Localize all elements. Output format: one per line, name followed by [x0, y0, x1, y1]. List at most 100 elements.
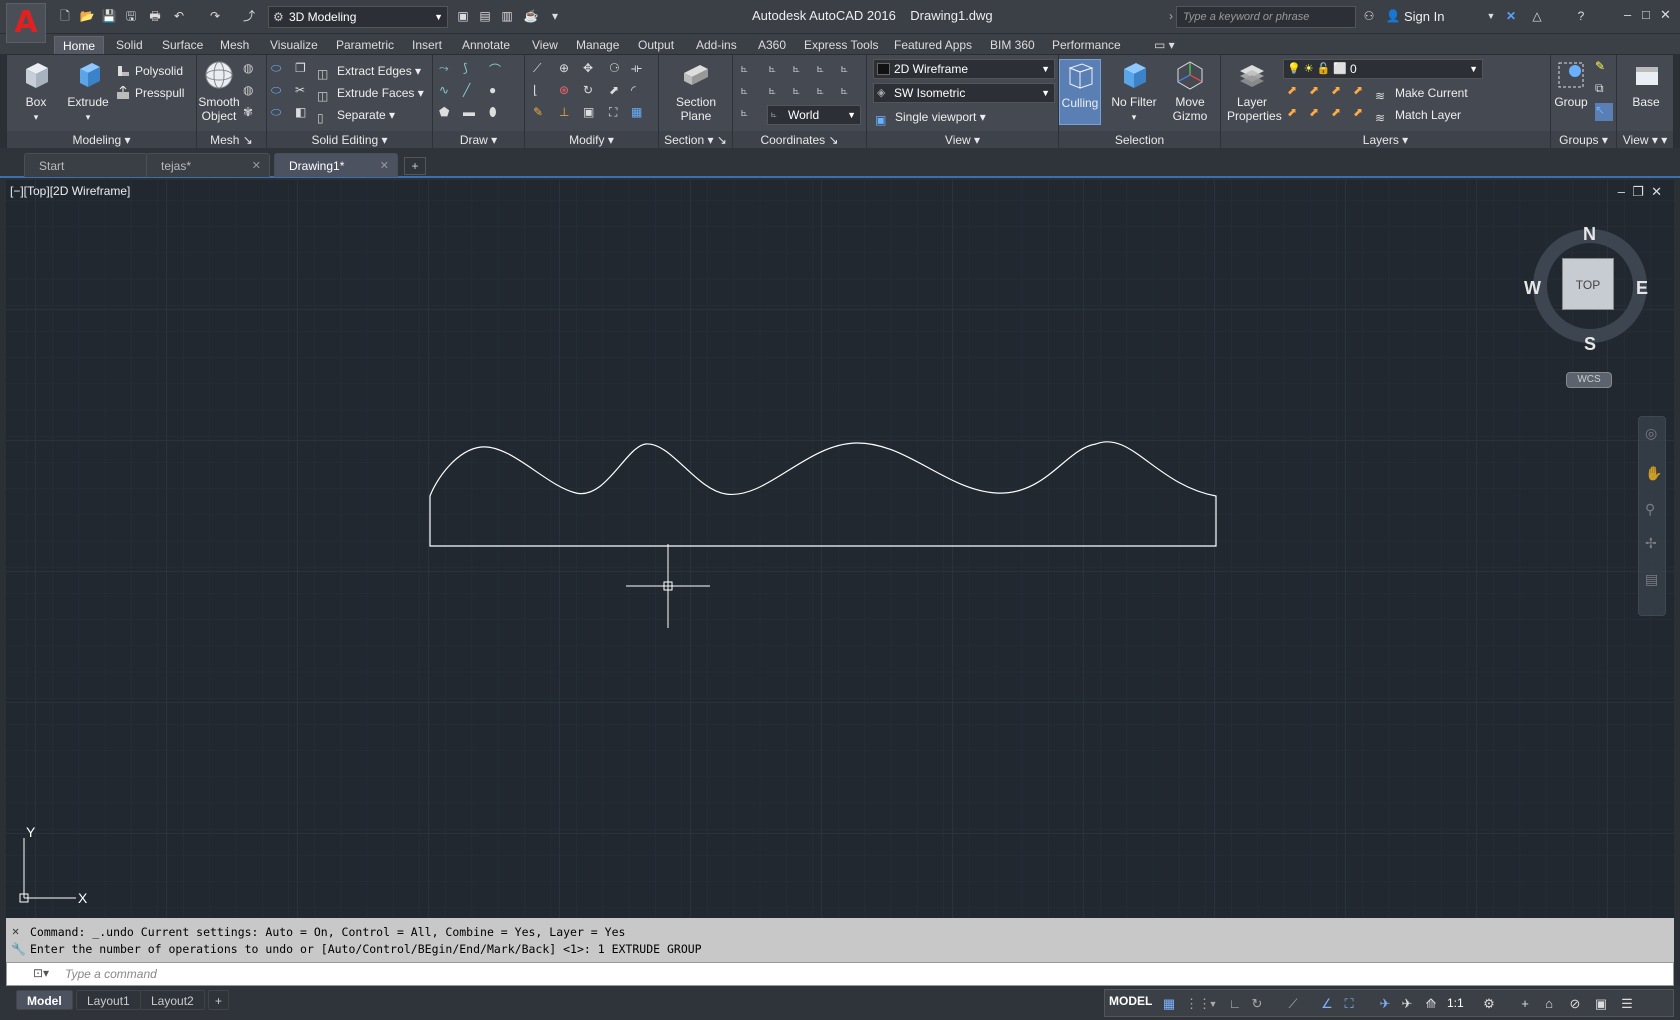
customization-menu-icon[interactable]: ☰ [1619, 996, 1635, 1012]
extrude-faces-button[interactable]: ◫ Extrude Faces ▾ [317, 83, 424, 103]
subtract-icon[interactable]: ⬭ [271, 83, 289, 101]
viewport-close-icon[interactable]: ✕ [1651, 184, 1662, 199]
box-button[interactable]: Box ▾ [11, 59, 61, 124]
tab-solid[interactable]: Solid [108, 36, 151, 54]
tab-manage[interactable]: Manage [568, 36, 627, 54]
fillet-edge-icon[interactable]: ◜ [631, 83, 649, 101]
close-icon[interactable]: ✕ [380, 154, 389, 178]
annotation-scale-value[interactable]: 1:1 [1447, 996, 1464, 1010]
layer-isolate-icon[interactable]: ⬈ [1309, 83, 1327, 101]
group-edit-icon[interactable]: ⧉ [1595, 81, 1613, 99]
offset-icon[interactable]: ⛶ [609, 105, 627, 123]
ucs-face-icon[interactable]: ⦜ [793, 83, 811, 101]
model-space-button[interactable]: MODEL [1109, 994, 1152, 1008]
workspace-switch-icon[interactable]: ⚙ [1481, 996, 1497, 1012]
showmotion-icon[interactable]: ▤ [1645, 571, 1658, 588]
panel-title-layers[interactable]: Layers ▾ [1221, 131, 1550, 149]
minimize-icon[interactable]: – [1624, 7, 1631, 22]
panel-title-view[interactable]: View ▾ [867, 131, 1058, 149]
array-icon[interactable]: ▦ [631, 105, 649, 123]
layer-lock-icon[interactable]: ⬈ [1353, 83, 1371, 101]
command-line-input[interactable]: ⊡▾ Type a command [6, 962, 1674, 986]
panel-title-groups[interactable]: Groups ▾ [1551, 131, 1616, 149]
pan-icon[interactable]: ✋ [1645, 465, 1662, 482]
steering-wheel-icon[interactable]: ◎ [1645, 425, 1657, 442]
group-selection-icon[interactable]: ↖ [1595, 103, 1613, 121]
ellipse-icon[interactable]: ⬮ [489, 105, 507, 123]
new-file-icon[interactable]: 🗋 [56, 8, 74, 24]
polyline-icon[interactable]: ⟆ [463, 61, 481, 79]
tab-surface[interactable]: Surface [154, 36, 211, 54]
stretch-icon[interactable]: ▣ [583, 105, 601, 123]
tab-output[interactable]: Output [630, 36, 682, 54]
binoculars-icon[interactable]: ⚇ [1360, 8, 1378, 24]
panel-title-modify[interactable]: Modify ▾ [525, 131, 658, 149]
sheet-set-icon[interactable]: ▤ [476, 8, 494, 24]
object-snap-tracking-icon[interactable]: ∠ [1319, 996, 1335, 1012]
panel-title-section[interactable]: Section ▾ ↘ [659, 131, 732, 149]
grid-icon[interactable]: ▦ [1161, 996, 1177, 1012]
arc-icon[interactable]: ⌒ [489, 61, 507, 79]
rectangle-icon[interactable]: ▬ [463, 105, 481, 123]
ucs-object-icon[interactable]: ⦜ [769, 61, 787, 79]
ucs-zaxis-icon[interactable]: ⦜ [841, 83, 859, 101]
line-icon[interactable]: ⤳ [439, 61, 457, 79]
intersect-icon[interactable]: ⬭ [271, 105, 289, 123]
layout-tab-layout1[interactable]: Layout1 [76, 990, 141, 1010]
plot-icon[interactable]: 🖶 [146, 8, 164, 24]
orbit-icon[interactable]: ✢ [1645, 535, 1657, 552]
group-button[interactable]: Group [1551, 59, 1591, 109]
close-command-icon[interactable]: ✕ [12, 924, 19, 938]
panel-title-draw[interactable]: Draw ▾ [433, 131, 524, 149]
trim-icon[interactable]: ⟋ [533, 61, 551, 79]
separate-button[interactable]: ▯ Separate ▾ [317, 105, 395, 125]
scale-icon[interactable]: ⬈ [609, 83, 627, 101]
ucs-z-icon[interactable]: ⦜ [841, 61, 859, 79]
workspace-dropdown[interactable]: 3D Modeling ▼ [268, 6, 448, 28]
tab-add-ins[interactable]: Add-ins [688, 36, 745, 54]
zoom-icon[interactable]: ⚲ [1645, 501, 1655, 518]
properties-icon[interactable]: ▣ [454, 8, 472, 24]
save-as-icon[interactable]: 🖫 [122, 8, 140, 24]
smooth-object-button[interactable]: Smooth Object [197, 59, 241, 123]
help-icon[interactable]: ? [1572, 8, 1590, 24]
viewport-controls-label[interactable]: [−][Top][2D Wireframe] [10, 184, 130, 198]
sign-in-button[interactable]: Sign In [1404, 9, 1444, 24]
ortho-icon[interactable]: ∟ [1227, 996, 1243, 1012]
mesh-sphere-icon[interactable]: ◍ [243, 61, 261, 79]
ucs-view-icon[interactable]: ⦜ [769, 83, 787, 101]
isolate-objects-icon[interactable]: + [1517, 996, 1533, 1012]
wcs-menu-button[interactable]: WCS [1566, 372, 1612, 388]
polar-icon[interactable]: ↻ [1249, 996, 1265, 1012]
layer-properties-button[interactable]: Layer Properties [1227, 59, 1282, 123]
ucs-origin-icon[interactable]: ⦜ [741, 83, 759, 101]
application-menu-button[interactable]: A [6, 3, 46, 43]
tab-performance[interactable]: Performance [1044, 36, 1129, 54]
line-segment-icon[interactable]: ╱ [463, 83, 481, 101]
ucs-icon[interactable]: ⦜ [741, 61, 759, 79]
viewcube[interactable]: TOP N S E W WCS [1524, 224, 1652, 394]
customize-qat-icon[interactable]: ▾ [546, 8, 564, 24]
union-icon[interactable]: ⬭ [271, 61, 289, 79]
mesh-refine-icon[interactable]: ✾ [243, 105, 261, 123]
tab-insert[interactable]: Insert [404, 36, 450, 54]
layer-off-icon[interactable]: ⬈ [1287, 83, 1305, 101]
publish-icon[interactable]: ▥ [498, 8, 516, 24]
make-current-button[interactable]: ≋ Make Current [1375, 83, 1468, 103]
layer-dropdown[interactable]: 💡 ☀ 🔓 ⬜ 0 ▼ [1283, 59, 1483, 79]
mesh-smooth-more-icon[interactable]: ◍ [243, 83, 261, 101]
compass-west[interactable]: W [1524, 278, 1541, 299]
doc-tab-start[interactable]: Start [24, 153, 148, 177]
isodraft-icon[interactable]: ⟋ [1285, 996, 1301, 1012]
new-tab-button[interactable]: + [404, 157, 426, 175]
tab-annotate[interactable]: Annotate [454, 36, 518, 54]
slice-icon[interactable]: ✂ [295, 83, 313, 101]
tab-parametric[interactable]: Parametric [328, 36, 402, 54]
move-gizmo-button[interactable]: Move Gizmo [1165, 59, 1215, 123]
chevron-down-icon[interactable]: ▼ [1205, 996, 1221, 1012]
tab-home[interactable]: Home [54, 36, 105, 54]
full-screen-icon[interactable]: ▣ [1593, 996, 1609, 1012]
search-input[interactable]: Type a keyword or phrase [1176, 6, 1356, 28]
mirror-icon[interactable]: ⟛ [631, 61, 649, 79]
layer-freeze-icon[interactable]: ⬈ [1331, 83, 1349, 101]
